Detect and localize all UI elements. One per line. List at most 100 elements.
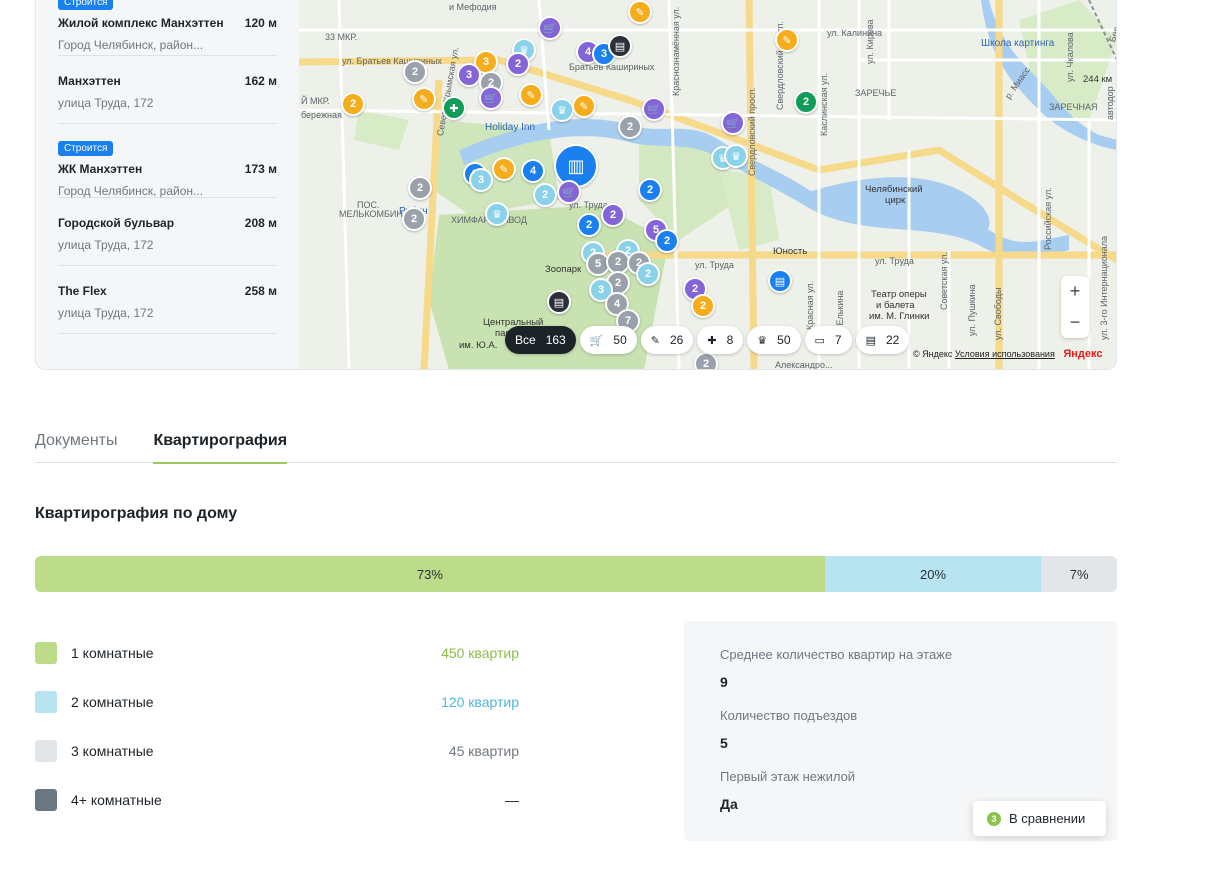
filter-count: 22 (886, 333, 900, 347)
poi-cluster[interactable]: 2 (533, 183, 557, 207)
legend-row: 4+ комнатные — (35, 789, 519, 811)
entrances-label: Количество подъездов (720, 708, 858, 723)
poi-cluster[interactable]: 3 (457, 63, 481, 87)
poi-cluster[interactable]: 4 (521, 159, 545, 183)
apartment-legend: 1 комнатные 450 квартир 2 комнатные 120 ква… (35, 642, 519, 838)
poi-building-icon[interactable]: ▤ (547, 290, 571, 314)
poi-cart-icon[interactable]: 🛒 (642, 97, 666, 121)
map-label: ЗАРЕЧЬЕ (855, 88, 897, 98)
legend-label: 3 комнатные (71, 743, 154, 759)
nearby-list-item[interactable]: The Flex 258 м улица Труда, 172 (58, 266, 277, 334)
map-copyright: © Яндекс Условия использования Яндекс (913, 348, 1102, 360)
poi-cluster[interactable]: 2 (618, 115, 642, 139)
poi-building-icon[interactable]: ▤ (768, 269, 792, 293)
poi-cluster[interactable]: 2 (694, 352, 718, 369)
nearby-list-item[interactable]: Строится Жилой комплекс Манхэттен 120 м Гор… (58, 0, 277, 56)
poi-cluster[interactable]: 2 (794, 90, 818, 114)
map-label: ул. 3-го Интернационала (1099, 235, 1109, 340)
nearby-list-item[interactable]: Манхэттен 162 м улица Труда, 172 (58, 56, 277, 124)
poi-cluster[interactable]: 2 (655, 229, 679, 253)
legend-swatch (35, 789, 57, 811)
poi-trophy-icon[interactable]: ♛ (724, 144, 748, 168)
trophy-icon: ♛ (757, 334, 768, 347)
school-icon: ✎ (650, 334, 660, 347)
poi-school-icon[interactable]: ✎ (775, 28, 799, 52)
poi-cluster[interactable]: 2 (638, 178, 662, 202)
zoom-out-button[interactable]: − (1070, 312, 1081, 333)
legend-value: 120 квартир (441, 694, 519, 710)
map-label: ул. Пушкина (967, 284, 977, 336)
poi-cart-icon[interactable]: 🛒 (538, 16, 562, 40)
poi-school-icon[interactable]: ✎ (628, 0, 652, 24)
map-label: Александро... (775, 360, 833, 370)
map-filter-cart[interactable]: 🛒 50 (579, 326, 637, 354)
poi-cluster[interactable]: 2 (403, 60, 427, 84)
poi-cluster[interactable]: 2 (601, 203, 625, 227)
map-label: Краснознамённая ул. (671, 6, 681, 96)
filter-label: Все (515, 333, 536, 347)
poi-school-icon[interactable]: ✎ (572, 94, 596, 118)
bar-segment: 7% (1041, 556, 1117, 592)
nearby-item-address: улица Труда, 172 (58, 238, 154, 252)
map-filter-school[interactable]: ✎ 26 (640, 326, 694, 354)
poi-school-icon[interactable]: ✎ (412, 87, 436, 111)
map-label: Челябинский (865, 184, 923, 195)
bar-segment: 20% (824, 556, 1042, 592)
poi-trophy-icon[interactable]: ♛ (485, 202, 509, 226)
map-filter-camera[interactable]: ▭ 7 (804, 326, 852, 354)
nearby-list-item[interactable]: Строится ЖК Манхэттен 173 м Город Челябинск… (58, 124, 277, 198)
map-label: Школа картинга (981, 38, 1055, 49)
nearby-list-item[interactable]: Городской бульвар 208 м улица Труда, 172 (58, 198, 277, 266)
poi-cart-icon[interactable]: 🛒 (479, 86, 503, 110)
poi-school-icon[interactable]: ✎ (519, 83, 543, 107)
poi-cluster[interactable]: 2 (691, 294, 715, 318)
compare-button[interactable]: 3 В сравнении (973, 801, 1106, 836)
poi-cart-icon[interactable]: 🛒 (721, 111, 745, 135)
section-title: Квартирография по дому (35, 505, 238, 522)
map-filter-all[interactable]: Все 163 (505, 326, 576, 354)
filter-count: 26 (670, 333, 684, 347)
avg-apartments-label: Среднее количество квартир на этаже (720, 647, 953, 662)
poi-trophy-icon[interactable]: ♛ (550, 98, 574, 122)
poi-cluster[interactable]: 2 (341, 92, 365, 116)
cart-icon: 🛒 (589, 334, 604, 347)
map-filter-medical[interactable]: ✚ 8 (697, 326, 744, 354)
map-zoom-control: + − (1061, 276, 1089, 338)
nearby-item-distance: 208 м (244, 216, 277, 230)
nearby-item-address: улица Труда, 172 (58, 306, 154, 320)
poi-cluster[interactable]: 2 (506, 52, 530, 76)
zoom-in-button[interactable]: + (1070, 281, 1081, 302)
legend-row: 2 комнатные 120 квартир (35, 691, 519, 713)
map-label: ул. Чкалова (1065, 32, 1075, 82)
map[interactable]: и Мефодия 33 МКР. ул. Братьев Кашириных … (299, 0, 1116, 370)
map-label: ул. Братьев Кашириных (342, 56, 442, 66)
poi-medical-icon[interactable]: ✚ (442, 96, 466, 120)
legend-label: 4+ комнатные (71, 792, 162, 808)
camera-icon: ▭ (814, 334, 825, 347)
filter-count: 50 (613, 333, 627, 347)
tab-documents[interactable]: Документы (35, 426, 117, 463)
filter-count: 50 (777, 333, 791, 347)
map-filter-trophy[interactable]: ♛ 50 (747, 326, 801, 354)
map-filter-building[interactable]: ▤ 22 (855, 326, 910, 354)
poi-building-icon[interactable]: ▤ (608, 34, 632, 58)
map-label: Свердловский просп. (747, 86, 757, 176)
map-terms-link[interactable]: Условия использования (955, 349, 1055, 359)
poi-cart-icon[interactable]: 🛒 (557, 180, 581, 204)
poi-cluster[interactable]: 3 (469, 168, 493, 192)
poi-cluster[interactable]: 2 (402, 207, 426, 231)
status-badge: Строится (58, 141, 114, 156)
avg-apartments-value: 9 (720, 674, 728, 690)
map-label: им. М. Глинки (869, 311, 930, 322)
poi-school-icon[interactable]: ✎ (492, 157, 516, 181)
tab-apartments[interactable]: Квартирография (153, 426, 287, 464)
poi-cluster[interactable]: 2 (577, 213, 601, 237)
nearby-item-distance: 162 м (244, 74, 277, 88)
nearby-list[interactable]: Строится Жилой комплекс Манхэттен 120 м Гор… (36, 0, 299, 369)
nearby-item-name: Манхэттен (58, 74, 121, 88)
map-label: бережная (301, 110, 342, 120)
poi-cluster[interactable]: 2 (408, 176, 432, 200)
poi-cluster[interactable]: 2 (636, 262, 660, 286)
map-label: Holiday Inn (485, 122, 536, 133)
nearby-item-distance: 173 м (244, 162, 277, 176)
